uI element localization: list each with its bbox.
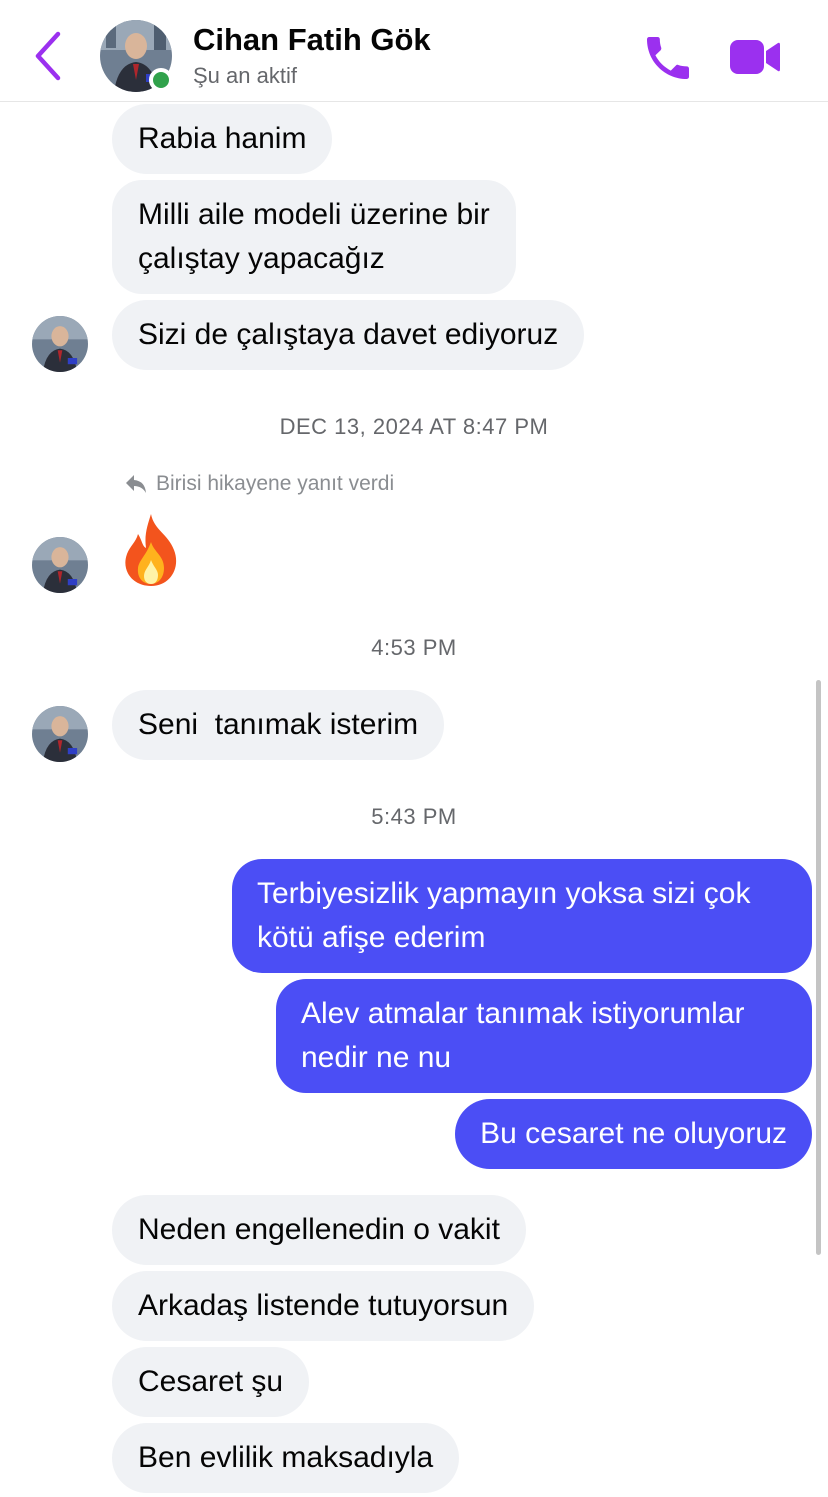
- scrollbar[interactable]: [816, 680, 821, 1255]
- story-reply-text: Birisi hikayene yanıt verdi: [156, 472, 395, 495]
- video-call-button[interactable]: [726, 34, 782, 80]
- sender-avatar[interactable]: [32, 537, 88, 593]
- message-text: nedir ne nu: [301, 1041, 452, 1074]
- message-text: Milli aile modeli üzerine bir: [138, 198, 490, 231]
- message-text: Arkadaş listende tutuyorsun: [138, 1289, 509, 1322]
- incoming-message[interactable]: Rabia hanim: [112, 104, 333, 174]
- outgoing-message[interactable]: Terbiyesizlik yapmayın yoksa sizi çok kö…: [232, 859, 812, 973]
- message-text: Alev atmalar tanımak istiyorumlar: [301, 997, 745, 1030]
- incoming-message[interactable]: Sizi de çalıştaya davet ediyoruz: [112, 300, 585, 370]
- phone-icon: [647, 37, 689, 79]
- sender-avatar[interactable]: [32, 316, 88, 372]
- timestamp: 4:53 PM: [371, 635, 457, 660]
- timestamp: DEC 13, 2024 AT 8:47 PM: [279, 414, 549, 439]
- message-text: Ben evlilik maksadıyla: [138, 1441, 434, 1474]
- fire-emoji-message[interactable]: [118, 512, 184, 588]
- message-text: Rabia hanim: [138, 122, 307, 155]
- sender-avatar[interactable]: [32, 706, 88, 762]
- fire-icon: [125, 514, 177, 586]
- incoming-message[interactable]: Seni tanımak isterim: [112, 690, 445, 760]
- chevron-left-icon: [35, 31, 61, 81]
- incoming-message[interactable]: Arkadaş listende tutuyorsun: [112, 1271, 535, 1341]
- outgoing-message[interactable]: Bu cesaret ne oluyoruz: [455, 1099, 812, 1169]
- message-text: Terbiyesizlik yapmayın yoksa sizi çok: [257, 877, 751, 910]
- message-text: Neden engellenedin o vakit: [138, 1213, 500, 1246]
- active-status: Şu an aktif: [193, 63, 297, 88]
- contact-name[interactable]: Cihan Fatih Gök: [193, 22, 431, 58]
- timestamp: 5:43 PM: [371, 804, 457, 829]
- incoming-message[interactable]: Ben evlilik maksadıyla: [112, 1423, 460, 1493]
- message-text: Bu cesaret ne oluyoruz: [480, 1117, 787, 1150]
- online-indicator: [149, 68, 173, 92]
- reply-arrow-icon: [126, 475, 146, 493]
- audio-call-button[interactable]: [640, 30, 696, 86]
- chat-header: Cihan Fatih Gök Şu an aktif: [0, 0, 828, 102]
- message-text: Cesaret şu: [138, 1365, 284, 1398]
- incoming-message[interactable]: Neden engellenedin o vakit: [112, 1195, 526, 1265]
- outgoing-message[interactable]: Alev atmalar tanımak istiyorumlar nedir …: [276, 979, 812, 1093]
- story-reply-note: Birisi hikayene yanıt verdi: [124, 472, 394, 496]
- video-camera-icon: [730, 40, 780, 74]
- message-text: Sizi de çalıştaya davet ediyoruz: [138, 318, 559, 351]
- back-button[interactable]: [28, 30, 68, 82]
- message-text: çalıştay yapacağız: [138, 242, 385, 275]
- message-text: kötü afişe ederim: [257, 921, 486, 954]
- message-text: Seni tanımak isterim: [138, 708, 419, 741]
- incoming-message[interactable]: Cesaret şu: [112, 1347, 310, 1417]
- incoming-message[interactable]: Milli aile modeli üzerine bir çalıştay y…: [112, 180, 516, 294]
